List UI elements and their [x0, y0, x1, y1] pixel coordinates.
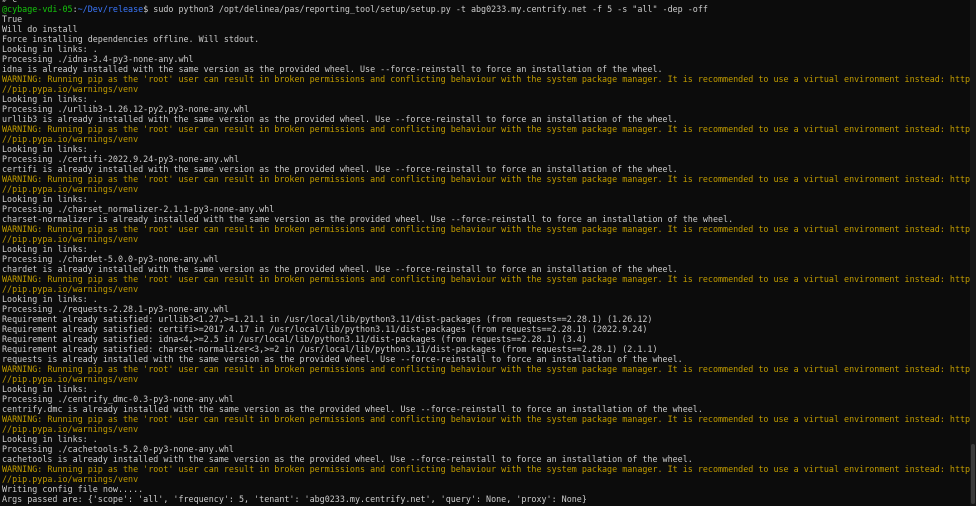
command-prompt-line: @cybage-vdi-05:~/Dev/release$ sudo pytho… — [2, 4, 976, 14]
output-line: Force installing dependencies offline. W… — [2, 34, 260, 44]
warning-line: WARNING: Running pip as the 'root' user … — [2, 464, 976, 474]
output-line: Looking in links: . — [2, 194, 98, 204]
output-line: Processing ./idna-3.4-py3-none-any.whl — [2, 54, 194, 64]
scrollbar[interactable] — [970, 0, 976, 506]
output-line: Processing ./cachetools-5.2.0-py3-none-a… — [2, 444, 234, 454]
output-line: cachetools is already installed with the… — [2, 454, 693, 464]
output-line: Looking in links: . — [2, 44, 98, 54]
scrollbar-thumb[interactable] — [971, 444, 975, 504]
warning-line: //pip.pypa.io/warnings/venv — [2, 234, 139, 244]
warning-line: WARNING: Running pip as the 'root' user … — [2, 274, 976, 284]
warning-line: WARNING: Running pip as the 'root' user … — [2, 174, 976, 184]
warning-line: //pip.pypa.io/warnings/venv — [2, 284, 139, 294]
warning-line: //pip.pypa.io/warnings/venv — [2, 84, 139, 94]
output-line: Will do install — [2, 24, 78, 34]
prompt-path: ~/Dev/release — [77, 4, 144, 14]
output-line: Requirement already satisfied: charset-n… — [2, 344, 658, 354]
prompt-user-host: @cybage-vdi-05 — [2, 4, 73, 14]
output-line: Looking in links: . — [2, 384, 98, 394]
terminal-output: True Will do install Force installing depe… — [2, 14, 976, 504]
warning-line: //pip.pypa.io/warnings/venv — [2, 374, 139, 384]
output-line: requests is already installed with the s… — [2, 354, 683, 364]
output-line: Processing ./chardet-5.0.0-py3-none-any.… — [2, 254, 219, 264]
output-line: Processing ./urllib3-1.26.12-py2.py3-non… — [2, 104, 250, 114]
warning-line: WARNING: Running pip as the 'root' user … — [2, 364, 976, 374]
warning-line: //pip.pypa.io/warnings/venv — [2, 424, 139, 434]
warning-line: //pip.pypa.io/warnings/venv — [2, 474, 139, 484]
output-line: True — [2, 14, 23, 24]
output-line: Processing ./centrify_dmc-0.3-py3-none-a… — [2, 394, 234, 404]
output-line: Looking in links: . — [2, 434, 98, 444]
output-line: Looking in links: . — [2, 294, 98, 304]
output-line: Requirement already satisfied: certifi>=… — [2, 324, 648, 334]
output-line: Looking in links: . — [2, 144, 98, 154]
output-line: Looking in links: . — [2, 94, 98, 104]
terminal-window[interactable]: # c @cybage-vdi-05:~/Dev/release$ sudo p… — [0, 0, 976, 506]
output-line: Processing ./charset_normalizer-2.1.1-py… — [2, 204, 275, 214]
output-line: Writing config file now..... — [2, 484, 144, 494]
output-line: Looking in links: . — [2, 244, 98, 254]
output-line: Processing ./requests-2.28.1-py3-none-an… — [2, 304, 229, 314]
output-line: certifi is already installed with the sa… — [2, 164, 678, 174]
output-line: idna is already installed with the same … — [2, 64, 663, 74]
output-line: Processing ./certifi-2022.9.24-py3-none-… — [2, 154, 239, 164]
output-line: Requirement already satisfied: idna<4,>=… — [2, 334, 587, 344]
warning-line: WARNING: Running pip as the 'root' user … — [2, 414, 976, 424]
warning-line: //pip.pypa.io/warnings/venv — [2, 134, 139, 144]
output-line: urllib3 is already installed with the sa… — [2, 114, 678, 124]
warning-line: //pip.pypa.io/warnings/venv — [2, 184, 139, 194]
warning-line: WARNING: Running pip as the 'root' user … — [2, 224, 976, 234]
output-line: Args passed are: {'scope': 'all', 'frequ… — [2, 494, 587, 504]
output-line: centrify.dmc is already installed with t… — [2, 404, 703, 414]
output-line: charset-normalizer is already installed … — [2, 214, 734, 224]
output-line: chardet is already installed with the sa… — [2, 264, 678, 274]
command-text: sudo python3 /opt/delinea/pas/reporting_… — [148, 4, 708, 14]
warning-line: WARNING: Running pip as the 'root' user … — [2, 74, 976, 84]
warning-line: WARNING: Running pip as the 'root' user … — [2, 124, 976, 134]
output-line: Requirement already satisfied: urllib3<1… — [2, 314, 653, 324]
